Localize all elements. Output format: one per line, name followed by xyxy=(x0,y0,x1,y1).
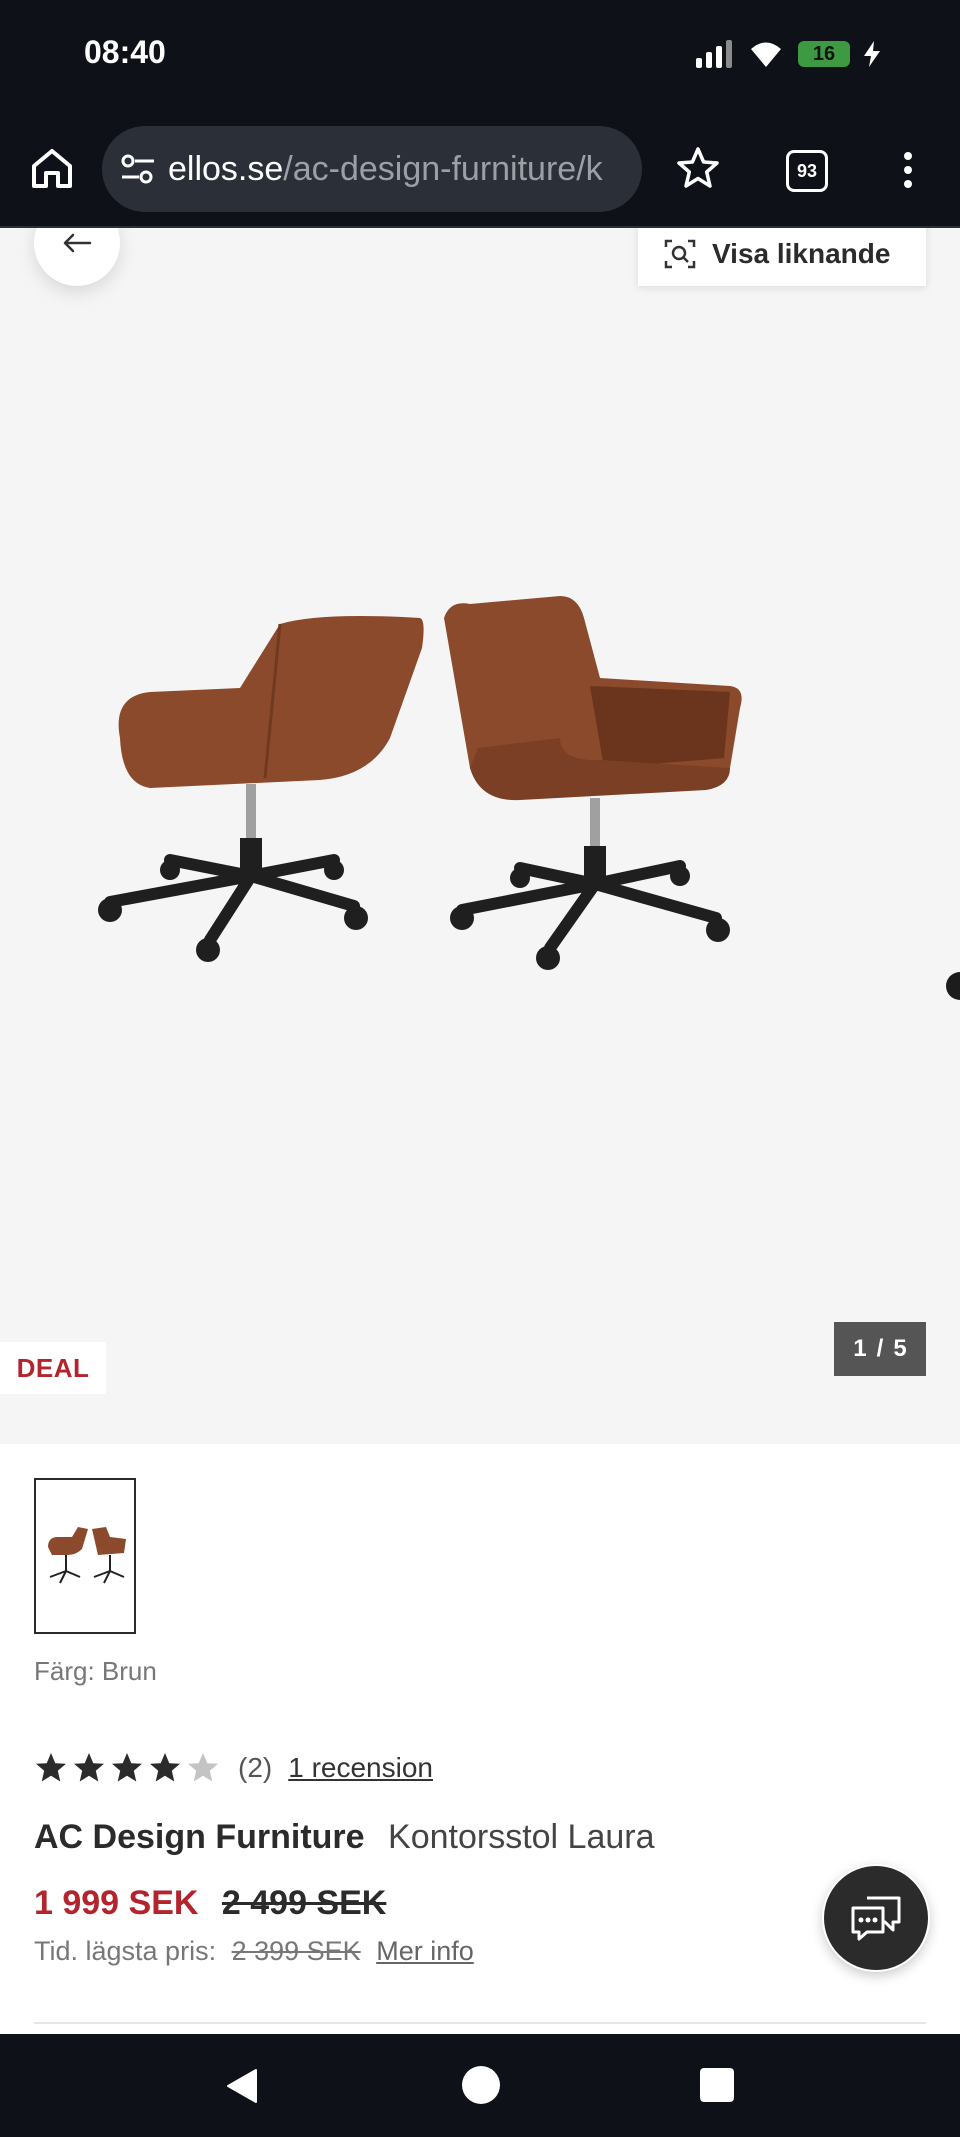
nav-recents-icon[interactable] xyxy=(700,2068,734,2102)
current-price: 1 999 SEK xyxy=(34,1884,199,1922)
nav-home-icon[interactable] xyxy=(462,2066,500,2104)
visual-search-icon xyxy=(664,239,696,269)
chair-front-view xyxy=(444,596,742,970)
url-text[interactable]: ellos.se/ac-design-furniture/k xyxy=(168,150,603,189)
status-icons: 16 xyxy=(694,38,880,70)
battery-level: 16 xyxy=(812,42,836,65)
system-nav-bar xyxy=(0,2034,960,2137)
color-label: Färg: Brun xyxy=(34,1656,157,1686)
chat-button[interactable] xyxy=(822,1864,930,1972)
battery-icon: 16 xyxy=(798,41,850,67)
home-icon[interactable] xyxy=(28,144,76,192)
section-divider xyxy=(34,2022,926,2024)
star-filled-icon xyxy=(74,1753,104,1782)
arrow-left-icon xyxy=(63,233,92,253)
tune-icon[interactable] xyxy=(118,149,158,189)
url-host: ellos.se xyxy=(168,149,284,188)
price-row: 1 999 SEK 2 499 SEK xyxy=(34,1884,386,1923)
status-bar: 08:40 16 xyxy=(0,0,960,110)
nav-back-icon[interactable] xyxy=(222,2066,262,2106)
image-thumbnail[interactable] xyxy=(34,1478,136,1634)
product-image-carousel[interactable]: Visa liknande DEAL 1 / 5 xyxy=(0,228,960,1444)
back-button[interactable] xyxy=(34,228,120,286)
product-title: AC Design Furniture Kontorsstol Laura xyxy=(34,1818,655,1857)
tab-count: 93 xyxy=(796,160,818,181)
more-vert-icon[interactable] xyxy=(892,146,924,194)
show-similar-label: Visa liknande xyxy=(712,238,891,269)
lowest-price-label: Tid. lägsta pris: xyxy=(34,1936,217,1966)
star-filled-icon xyxy=(112,1753,142,1782)
next-image-peek xyxy=(946,972,960,1000)
star-filled-icon xyxy=(150,1753,180,1782)
bookmark-star-icon[interactable] xyxy=(674,144,722,192)
url-path: /ac-design-furniture/k xyxy=(283,149,603,188)
star-filled-icon xyxy=(36,1753,66,1782)
image-separator: / xyxy=(876,1335,884,1362)
star-rating xyxy=(34,1751,220,1785)
image-total: 5 xyxy=(893,1335,907,1362)
charging-icon xyxy=(864,41,880,67)
image-counter: 1 / 5 xyxy=(834,1322,926,1376)
rating-row: (2) 1 recension xyxy=(34,1748,433,1788)
browser-toolbar: ellos.se/ac-design-furniture/k 93 xyxy=(0,110,960,228)
address-bar[interactable]: ellos.se/ac-design-furniture/k xyxy=(102,126,642,212)
reviews-link[interactable]: 1 recension xyxy=(288,1752,433,1784)
deal-badge: DEAL xyxy=(0,1342,106,1394)
star-empty-icon xyxy=(188,1753,218,1782)
chat-icon xyxy=(851,1896,901,1941)
product-photo xyxy=(98,596,742,970)
show-similar-button[interactable]: Visa liknande xyxy=(638,228,926,286)
clock: 08:40 xyxy=(84,34,166,70)
tabs-icon[interactable]: 93 xyxy=(786,150,828,192)
chair-back-view xyxy=(98,616,424,962)
signal-icon xyxy=(696,40,732,68)
lowest-price-value: 2 399 SEK xyxy=(231,1936,361,1966)
product-name: Kontorsstol Laura xyxy=(388,1818,655,1856)
lowest-price-row: Tid. lägsta pris: 2 399 SEK Mer info xyxy=(34,1936,474,1967)
brand-name[interactable]: AC Design Furniture xyxy=(34,1818,365,1856)
review-count: (2) xyxy=(238,1752,273,1783)
original-price: 2 499 SEK xyxy=(221,1884,387,1922)
thumbnail-photo xyxy=(48,1527,126,1584)
image-index: 1 xyxy=(853,1335,867,1362)
wifi-icon xyxy=(751,42,781,67)
more-info-link[interactable]: Mer info xyxy=(376,1936,474,1966)
